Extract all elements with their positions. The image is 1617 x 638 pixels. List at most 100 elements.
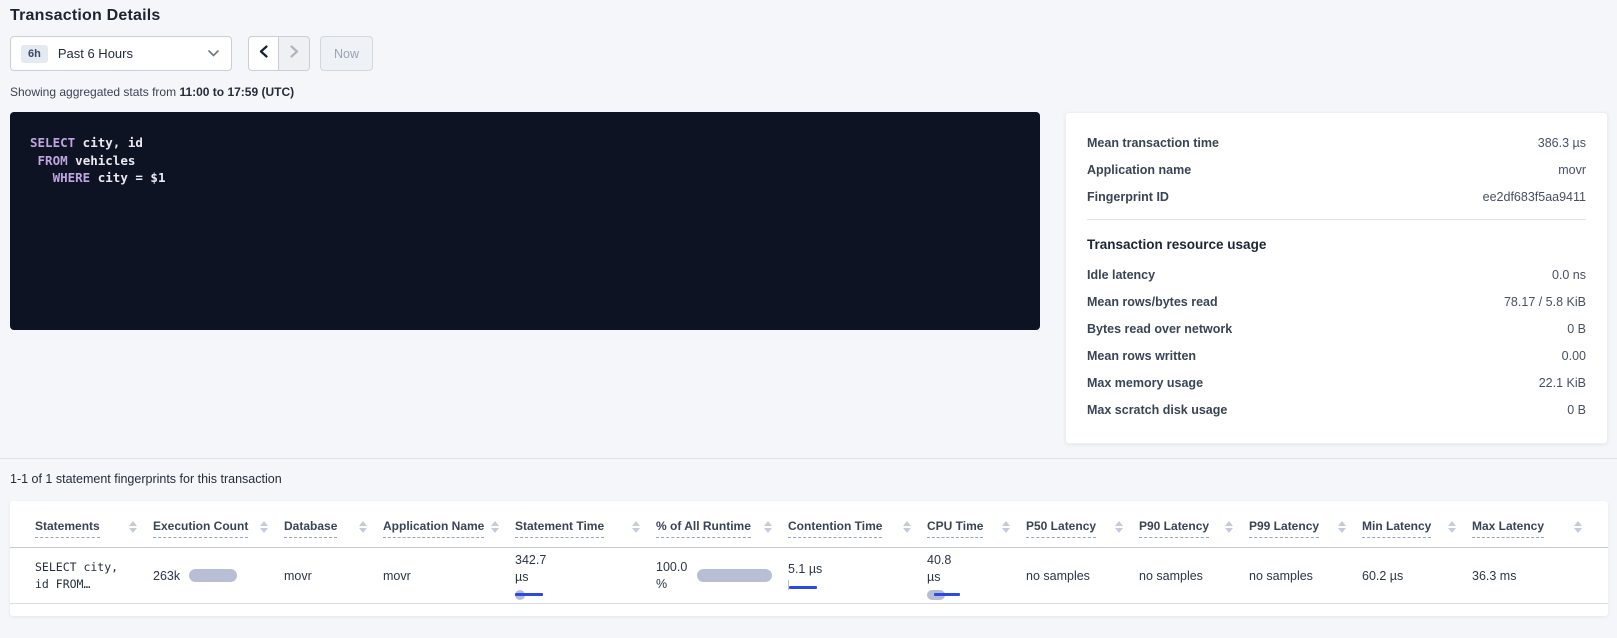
summary-value: movr — [1558, 163, 1586, 177]
column-header: Contention Time — [788, 519, 927, 538]
execution-count-bar — [189, 569, 237, 582]
column-header-label[interactable]: P50 Latency — [1026, 519, 1096, 538]
column-header: Statements — [35, 519, 153, 538]
column-header-label[interactable]: Statement Time — [515, 519, 604, 538]
column-header-label[interactable]: P99 Latency — [1249, 519, 1319, 538]
column-header-label[interactable]: CPU Time — [927, 519, 983, 538]
max-latency-cell: 36.3 ms — [1472, 569, 1598, 583]
column-header-label[interactable]: Database — [284, 519, 337, 538]
column-header-label[interactable]: P90 Latency — [1139, 519, 1209, 538]
resource-usage-value: 0 B — [1567, 322, 1586, 336]
sql-keyword: FROM — [38, 153, 68, 168]
column-header: Statement Time — [515, 519, 656, 538]
resource-usage-row: Mean rows/bytes read 78.17 / 5.8 KiB — [1087, 288, 1586, 315]
p90-latency-cell: no samples — [1139, 569, 1249, 583]
resource-usage-label: Idle latency — [1087, 268, 1155, 282]
column-header-label[interactable]: % of All Runtime — [656, 519, 751, 538]
resource-usage-row: Idle latency 0.0 ns — [1087, 261, 1586, 288]
column-header: CPU Time — [927, 519, 1026, 538]
column-header: Min Latency — [1362, 519, 1472, 538]
summary-label: Fingerprint ID — [1087, 190, 1169, 204]
sort-icon[interactable] — [1574, 519, 1582, 533]
sql-line: WHERE city = $1 — [30, 169, 1020, 187]
column-header-label[interactable]: Statements — [35, 519, 100, 538]
statement-time-cell: 342.7 µs — [515, 552, 656, 600]
transaction-summary-card: Mean transaction time 386.3 µs Applicati… — [1065, 112, 1608, 444]
summary-row: Fingerprint ID ee2df683f5aa9411 — [1087, 183, 1586, 210]
now-button[interactable]: Now — [320, 36, 373, 71]
column-header-label[interactable]: Execution Count — [153, 519, 248, 538]
time-range-label: Past 6 Hours — [58, 46, 208, 61]
resource-usage-row: Mean rows written 0.00 — [1087, 342, 1586, 369]
resource-usage-row: Max memory usage 22.1 KiB — [1087, 369, 1586, 396]
summary-label: Mean transaction time — [1087, 136, 1219, 150]
contention-time-cell: 5.1 µs — [788, 562, 927, 590]
statement-link[interactable]: SELECT city, id FROM… — [35, 559, 153, 593]
resource-usage-value: 0 B — [1567, 403, 1586, 417]
resource-usage-label: Max scratch disk usage — [1087, 403, 1227, 417]
resource-usage-row: Max scratch disk usage 0 B — [1087, 396, 1586, 423]
contention-time-bar — [788, 580, 822, 590]
time-nav-group — [248, 36, 310, 71]
column-header-label[interactable]: Contention Time — [788, 519, 882, 538]
aggregated-stats-caption: Showing aggregated stats from 11:00 to 1… — [10, 85, 1607, 99]
column-header-label[interactable]: Application Name — [383, 519, 484, 538]
sort-icon[interactable] — [1448, 519, 1456, 533]
sort-icon[interactable] — [1225, 519, 1233, 533]
statement-time-bar — [515, 590, 549, 600]
next-time-button[interactable] — [279, 36, 310, 71]
resource-usage-label: Mean rows written — [1087, 349, 1196, 363]
column-header: P50 Latency — [1026, 519, 1139, 538]
summary-label: Application name — [1087, 163, 1191, 177]
application-name-cell: movr — [383, 569, 515, 583]
summary-row: Mean transaction time 386.3 µs — [1087, 129, 1586, 156]
stats-time-range: 11:00 to 17:59 (UTC) — [179, 85, 294, 99]
execution-count-cell: 263k — [153, 569, 284, 583]
sort-icon[interactable] — [632, 519, 640, 533]
column-header: P99 Latency — [1249, 519, 1362, 538]
resource-usage-title: Transaction resource usage — [1087, 230, 1586, 261]
p99-latency-cell: no samples — [1249, 569, 1362, 583]
sort-icon[interactable] — [1338, 519, 1346, 533]
summary-row: Application name movr — [1087, 156, 1586, 183]
cpu-time-cell: 40.8 µs — [927, 552, 1026, 600]
sql-statement-box: SELECT city, id FROM vehicles WHERE city… — [10, 112, 1040, 330]
resource-usage-label: Max memory usage — [1087, 376, 1203, 390]
summary-value: ee2df683f5aa9411 — [1483, 190, 1586, 204]
column-header: % of All Runtime — [656, 519, 788, 538]
sort-icon[interactable] — [491, 519, 499, 533]
sort-icon[interactable] — [359, 519, 367, 533]
time-controls: 6h Past 6 Hours Now — [10, 36, 1607, 71]
sql-keyword: SELECT — [30, 135, 75, 150]
sort-icon[interactable] — [1002, 519, 1010, 533]
summary-value: 386.3 µs — [1538, 136, 1586, 150]
p50-latency-cell: no samples — [1026, 569, 1139, 583]
table-row: SELECT city, id FROM… 263k movr movr 342… — [10, 548, 1608, 604]
resource-usage-label: Mean rows/bytes read — [1087, 295, 1218, 309]
time-range-dropdown[interactable]: 6h Past 6 Hours — [10, 36, 232, 71]
resource-usage-value: 78.17 / 5.8 KiB — [1504, 295, 1586, 309]
sort-icon[interactable] — [764, 519, 772, 533]
statements-count-caption: 1-1 of 1 statement fingerprints for this… — [10, 472, 1617, 486]
sort-icon[interactable] — [260, 519, 268, 533]
chevron-down-icon — [208, 48, 219, 60]
resource-usage-value: 0.00 — [1562, 349, 1586, 363]
time-range-badge: 6h — [21, 45, 48, 63]
sort-icon[interactable] — [129, 519, 137, 533]
runtime-percent-cell: 100.0 % — [656, 559, 788, 593]
column-header: P90 Latency — [1139, 519, 1249, 538]
resource-usage-row: Bytes read over network 0 B — [1087, 315, 1586, 342]
sort-icon[interactable] — [903, 519, 911, 533]
sort-icon[interactable] — [1115, 519, 1123, 533]
resource-usage-label: Bytes read over network — [1087, 322, 1232, 336]
resource-usage-value: 22.1 KiB — [1539, 376, 1586, 390]
prev-time-button[interactable] — [248, 36, 279, 71]
section-divider — [0, 458, 1617, 459]
summary-divider — [1087, 219, 1586, 220]
runtime-percent-bar — [697, 569, 772, 582]
column-header-label[interactable]: Min Latency — [1362, 519, 1431, 538]
column-header: Application Name — [383, 519, 515, 538]
cpu-time-bar — [927, 590, 961, 600]
sql-keyword: WHERE — [53, 170, 91, 185]
column-header-label[interactable]: Max Latency — [1472, 519, 1544, 538]
